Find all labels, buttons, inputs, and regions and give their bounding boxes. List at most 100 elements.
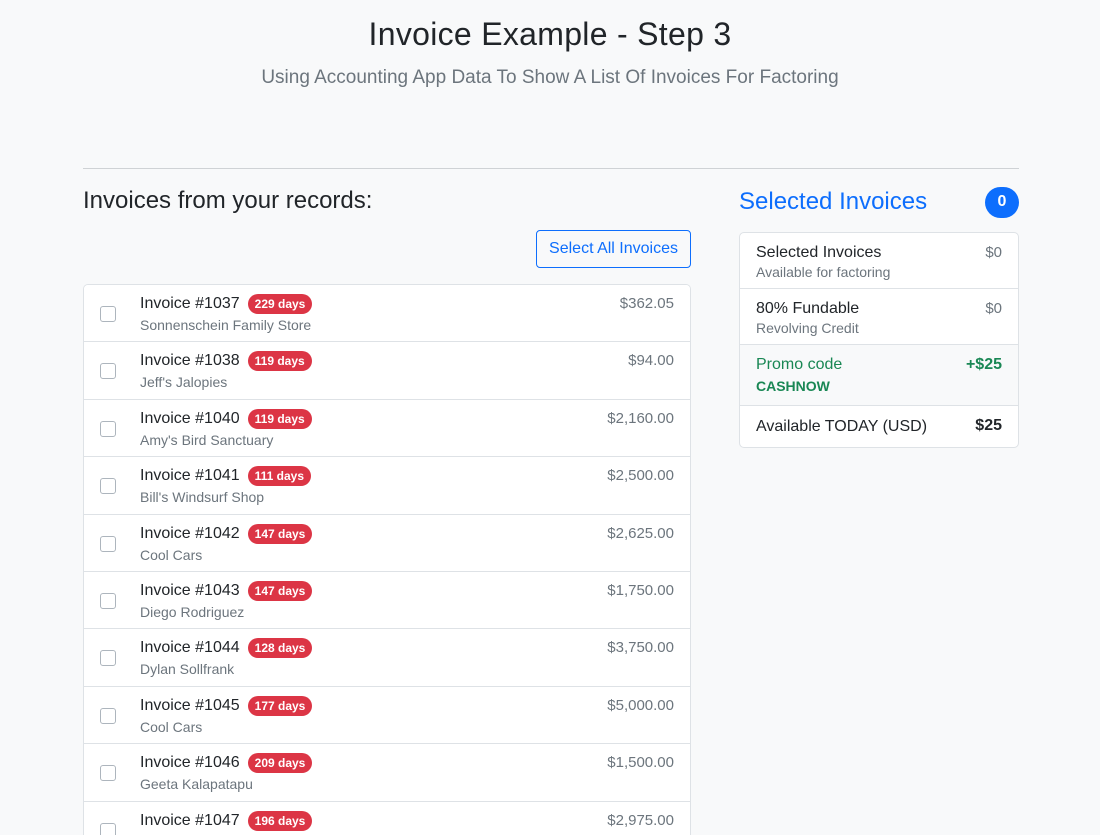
- select-all-wrap: Select All Invoices: [83, 230, 691, 268]
- selected-invoices-header: Selected Invoices 0: [739, 186, 1019, 218]
- selected-invoices-panel: Selected Invoices 0 Selected Invoices Av…: [739, 186, 1019, 448]
- invoice-row[interactable]: Invoice #1040 119 days Amy's Bird Sanctu…: [84, 399, 690, 458]
- invoice-number: Invoice #1044: [140, 639, 240, 657]
- select-all-invoices-button[interactable]: Select All Invoices: [536, 230, 691, 268]
- days-overdue-badge: 177 days: [247, 695, 313, 716]
- invoice-title-line: Invoice #1040 119 days: [140, 408, 312, 429]
- invoice-amount: $362.05: [619, 295, 674, 312]
- invoice-amount: $2,160.00: [607, 409, 674, 427]
- invoice-checkbox[interactable]: [100, 420, 116, 437]
- invoice-customer: Bill's Windsurf Shop: [140, 489, 265, 506]
- summary-label: Selected Invoices: [756, 244, 882, 261]
- selected-invoices-title: Selected Invoices: [739, 188, 928, 215]
- invoice-title-line: Invoice #1041 111 days: [140, 466, 312, 487]
- summary-card: Selected Invoices Available for factorin…: [739, 232, 1019, 448]
- invoice-customer: Diego Rodriguez: [140, 603, 245, 620]
- invoice-list: Invoice #1037 229 days Sonnenschein Fami…: [83, 284, 691, 835]
- invoice-info: Invoice #1043 147 days Diego Rodriguez: [140, 580, 313, 621]
- invoice-info: Invoice #1037 229 days Sonnenschein Fami…: [140, 294, 313, 334]
- invoice-title-line: Invoice #1044 128 days: [140, 638, 313, 659]
- summary-sublabel: Available for factoring: [756, 264, 891, 280]
- invoice-checkbox[interactable]: [100, 822, 116, 835]
- invoice-row[interactable]: Invoice #1044 128 days Dylan Sollfrank $…: [84, 629, 690, 687]
- invoice-amount: $1,750.00: [607, 581, 674, 599]
- header-divider: [83, 168, 1019, 169]
- invoice-info: Invoice #1045 177 days Cool Cars: [140, 695, 313, 736]
- days-overdue-badge: 209 days: [247, 753, 313, 774]
- invoices-section: Invoices from your records: Select All I…: [83, 186, 691, 835]
- invoice-checkbox[interactable]: [100, 363, 116, 380]
- summary-value: $0: [985, 300, 1002, 317]
- invoice-number: Invoice #1041: [140, 467, 240, 485]
- invoice-number: Invoice #1045: [140, 696, 240, 714]
- invoice-customer: Geeta Kalapatapu: [140, 776, 253, 793]
- invoice-row[interactable]: Invoice #1042 147 days Cool Cars $2,625.…: [84, 514, 690, 572]
- invoice-row[interactable]: Invoice #1043 147 days Diego Rodriguez $…: [84, 571, 690, 630]
- invoice-checkbox[interactable]: [100, 765, 116, 782]
- total-label: Available TODAY (USD): [756, 418, 928, 435]
- invoice-customer: Sonnenschein Family Store: [140, 317, 312, 333]
- invoice-row[interactable]: Invoice #1046 209 days Geeta Kalapatapu …: [84, 744, 690, 802]
- days-overdue-badge: 119 days: [247, 351, 312, 372]
- summary-row-selected: Selected Invoices Available for factorin…: [740, 233, 1018, 289]
- invoice-row[interactable]: Invoice #1041 111 days Bill's Windsurf S…: [84, 457, 690, 515]
- invoice-info: Invoice #1044 128 days Dylan Sollfrank: [140, 638, 313, 678]
- invoice-checkbox[interactable]: [100, 306, 116, 322]
- days-overdue-badge: 147 days: [247, 580, 313, 601]
- page-header: Invoice Example - Step 3 Using Accountin…: [0, 0, 1100, 89]
- summary-sublabel: Revolving Credit: [756, 320, 859, 336]
- invoice-checkbox[interactable]: [100, 650, 116, 667]
- invoice-amount: $3,750.00: [607, 639, 674, 657]
- days-overdue-badge: 128 days: [247, 638, 313, 659]
- invoice-number: Invoice #1047: [140, 811, 240, 829]
- invoice-title-line: Invoice #1043 147 days: [140, 580, 313, 601]
- invoice-title-line: Invoice #1047 196 days: [140, 810, 313, 831]
- promo-code: CASHNOW: [756, 378, 830, 394]
- selected-count-badge: 0: [985, 186, 1019, 218]
- invoice-number: Invoice #1040: [140, 409, 240, 427]
- invoice-customer: Jeff's Jalopies: [140, 374, 228, 391]
- invoice-customer: Amy's Bird Sanctuary: [140, 431, 274, 448]
- invoice-checkbox[interactable]: [100, 707, 116, 724]
- invoice-number: Invoice #1042: [140, 524, 240, 542]
- summary-row-fundable: 80% Fundable Revolving Credit $0: [740, 289, 1018, 345]
- invoice-row[interactable]: Invoice #1045 177 days Cool Cars $5,000.…: [84, 686, 690, 745]
- days-overdue-badge: 229 days: [247, 294, 313, 314]
- invoice-amount: $2,975.00: [607, 811, 674, 829]
- invoices-section-title: Invoices from your records:: [83, 187, 373, 214]
- invoice-number: Invoice #1038: [140, 352, 240, 370]
- invoice-title-line: Invoice #1038 119 days: [140, 351, 312, 372]
- invoice-row[interactable]: Invoice #1038 119 days Jeff's Jalopies $…: [84, 342, 690, 400]
- summary-value: $0: [985, 244, 1002, 261]
- invoice-checkbox[interactable]: [100, 478, 116, 495]
- invoice-checkbox[interactable]: [100, 535, 116, 552]
- invoice-customer: Cool Cars: [140, 718, 203, 735]
- days-overdue-badge: 119 days: [247, 408, 312, 429]
- total-value: $25: [975, 417, 1002, 434]
- invoice-amount: $5,000.00: [607, 696, 674, 714]
- invoice-info: Invoice #1041 111 days Bill's Windsurf S…: [140, 466, 312, 506]
- invoice-title-line: Invoice #1046 209 days: [140, 753, 313, 774]
- invoice-amount: $1,500.00: [607, 754, 674, 772]
- page-title: Invoice Example - Step 3: [368, 16, 732, 52]
- invoice-row[interactable]: Invoice #1037 229 days Sonnenschein Fami…: [84, 285, 690, 343]
- promo-value: +$25: [965, 356, 1002, 373]
- invoice-title-line: Invoice #1042 147 days: [140, 523, 313, 544]
- summary-row-total: Available TODAY (USD) $25: [740, 406, 1018, 447]
- invoice-title-line: Invoice #1045 177 days: [140, 695, 313, 716]
- days-overdue-badge: 111 days: [247, 466, 312, 487]
- invoice-customer: Dylan Sollfrank: [140, 661, 235, 678]
- invoice-customer: Cool Cars: [140, 546, 203, 563]
- invoice-info: Invoice #1040 119 days Amy's Bird Sanctu…: [140, 408, 312, 449]
- summary-row-promo: Promo code CASHNOW +$25: [740, 345, 1018, 406]
- invoice-number: Invoice #1037: [140, 295, 240, 312]
- invoice-checkbox[interactable]: [100, 592, 116, 609]
- invoice-info: Invoice #1038 119 days Jeff's Jalopies: [140, 351, 312, 391]
- page-subtitle: Using Accounting App Data To Show A List…: [261, 67, 839, 88]
- invoice-info: Invoice #1042 147 days Cool Cars: [140, 523, 313, 564]
- invoice-row[interactable]: Invoice #1047 196 days $2,975.00: [84, 801, 690, 835]
- invoice-number: Invoice #1046: [140, 754, 240, 772]
- summary-label: 80% Fundable: [756, 300, 860, 317]
- days-overdue-badge: 147 days: [247, 523, 313, 544]
- invoice-title-line: Invoice #1037 229 days: [140, 294, 313, 314]
